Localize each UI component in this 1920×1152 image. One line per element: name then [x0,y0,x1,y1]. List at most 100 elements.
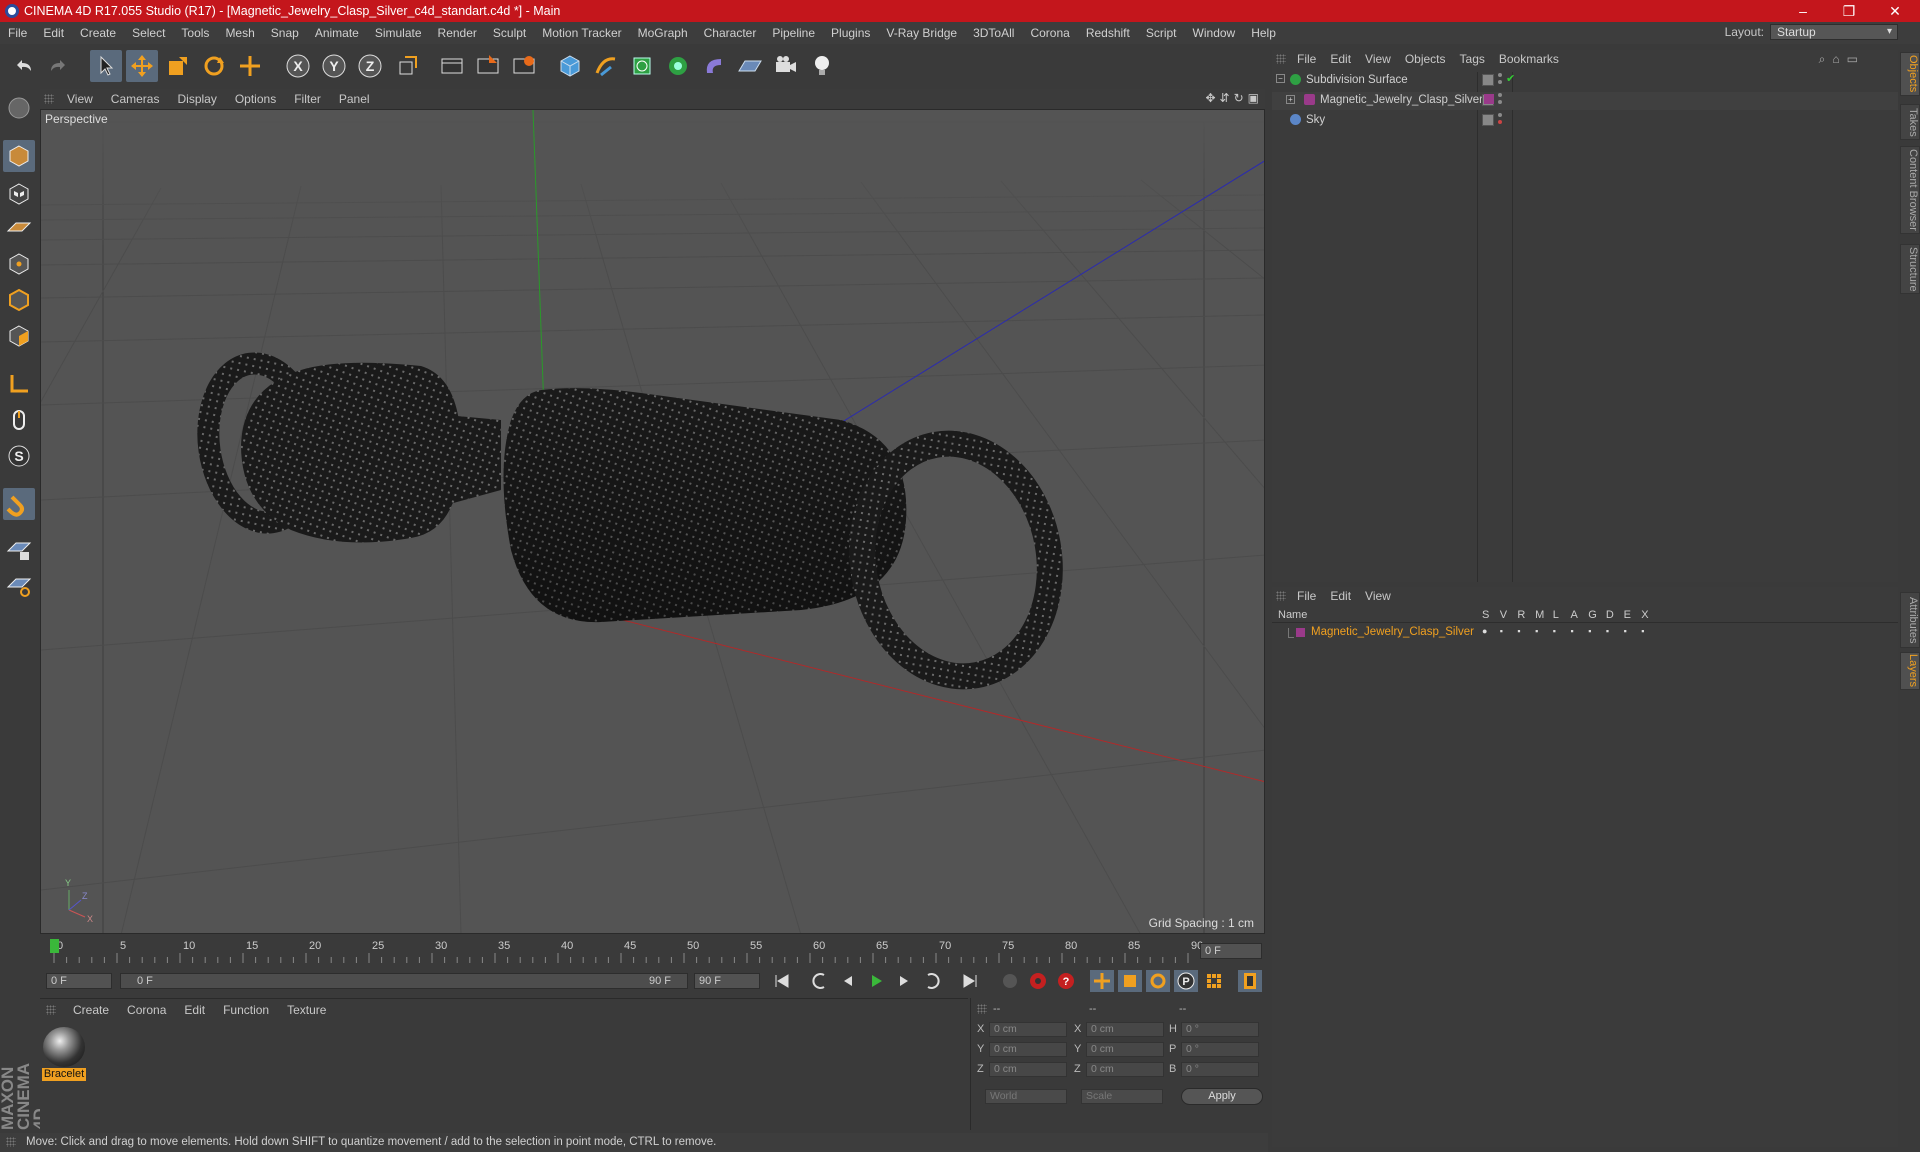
coordinate-mode-dropdown[interactable]: World [985,1089,1067,1104]
grid-snap-icon[interactable] [3,570,35,602]
menu-motion-tracker[interactable]: Motion Tracker [534,26,629,40]
texture-mode-icon[interactable] [3,178,35,210]
axis-mode-icon[interactable] [3,368,35,400]
object-row[interactable]: + Magnetic_Jewelry_Clasp_Silver [1272,92,1898,110]
key-rotation-icon[interactable] [1146,970,1170,992]
menu-render[interactable]: Render [430,26,485,40]
timeline-window-icon[interactable] [1238,970,1262,992]
menu-help[interactable]: Help [1243,26,1284,40]
next-key-icon[interactable] [920,970,944,992]
object-menu-bookmarks[interactable]: Bookmarks [1492,52,1566,66]
previous-key-icon[interactable] [808,970,832,992]
size-field[interactable]: 0 cm [1086,1062,1164,1077]
layer-column-m[interactable]: M [1535,609,1544,621]
layer-row[interactable]: Magnetic_Jewelry_Clasp_Silver ● ▪ ▪ ▪ ▪ ▪ ▪ ▪ ▪ ▪ [1272,624,1898,641]
cloner-icon[interactable] [662,50,694,82]
undo-icon[interactable] [8,50,40,82]
menu-tools[interactable]: Tools [173,26,217,40]
minimize-button[interactable]: – [1780,0,1826,22]
editor-visibility-dot[interactable] [1498,93,1502,97]
editor-visibility-dot[interactable] [1498,73,1502,77]
rotation-field[interactable]: 0 ° [1181,1022,1259,1037]
side-tab-takes[interactable]: Takes [1900,104,1920,140]
layer-column-g[interactable]: G [1588,609,1597,621]
viewport-menu-panel[interactable]: Panel [330,92,379,106]
layer-expressions-toggle-icon[interactable]: ▪ [1624,626,1634,636]
layer-column-r[interactable]: R [1517,609,1525,621]
enabled-check-icon[interactable]: ✔ [1506,72,1515,85]
layer-animation-toggle-icon[interactable]: ▪ [1571,626,1581,636]
layer-column-v[interactable]: V [1500,609,1507,621]
layer-menu-edit[interactable]: Edit [1323,589,1358,603]
layer-xref-toggle-icon[interactable]: ▪ [1641,626,1651,636]
rotate-view-icon[interactable]: ↻ [1234,91,1244,105]
menu-3dtoall[interactable]: 3DToAll [965,26,1022,40]
menu-animate[interactable]: Animate [307,26,367,40]
layer-column-l[interactable]: L [1553,609,1559,621]
spline-pen-icon[interactable] [590,50,622,82]
menu-sculpt[interactable]: Sculpt [485,26,534,40]
go-to-start-icon[interactable] [770,970,794,992]
magnet-icon[interactable] [3,488,35,520]
viewport-menu-view[interactable]: View [58,92,102,106]
go-to-end-icon[interactable] [958,970,982,992]
object-visibility-icon[interactable] [1482,74,1494,86]
expand-toggle-icon[interactable]: + [1286,95,1295,104]
menu-script[interactable]: Script [1138,26,1185,40]
material-item[interactable]: Bracelet [42,1025,86,1081]
floor-icon[interactable] [734,50,766,82]
zoom-view-icon[interactable]: ⇵ [1220,91,1230,105]
subdivision-surface-icon[interactable] [626,50,658,82]
apply-button[interactable]: Apply [1181,1088,1263,1105]
viewport-menu-display[interactable]: Display [168,92,225,106]
material-menu-function[interactable]: Function [214,1003,278,1017]
frame-range-slider[interactable]: 0 F 90 F [120,973,688,989]
render-settings-icon[interactable] [508,50,540,82]
layer-column-e[interactable]: E [1624,609,1631,621]
live-selection-icon[interactable] [234,50,266,82]
points-mode-icon[interactable] [3,248,35,280]
menu-redshift[interactable]: Redshift [1078,26,1138,40]
object-row[interactable]: Sky [1272,112,1898,130]
light-icon[interactable] [806,50,838,82]
grid-lock-icon[interactable] [3,534,35,566]
viewport-menu-options[interactable]: Options [226,92,285,106]
maximize-button[interactable]: ❐ [1826,0,1872,22]
tweak-mode-icon[interactable] [3,404,35,436]
viewport-menu-cameras[interactable]: Cameras [102,92,169,106]
play-icon[interactable] [864,970,888,992]
object-menu-tags[interactable]: Tags [1453,52,1492,66]
object-menu-file[interactable]: File [1290,52,1323,66]
size-field[interactable]: 0 cm [1086,1042,1164,1057]
object-menu-view[interactable]: View [1358,52,1398,66]
layer-visible-toggle-icon[interactable]: ▪ [1500,626,1510,636]
menu-mograph[interactable]: MoGraph [630,26,696,40]
layer-column-d[interactable]: D [1606,609,1614,621]
viewport-3d[interactable]: Perspective Y X Z Grid Spacing: 1 cm [40,109,1265,934]
key-pla-icon[interactable] [1202,970,1226,992]
layer-column-x[interactable]: X [1641,609,1648,621]
snap-icon[interactable]: S [3,440,35,472]
z-axis-lock-icon[interactable]: Z [354,50,386,82]
search-icon[interactable]: ⌕ [1819,52,1826,67]
keyframe-selection-icon[interactable] [998,970,1022,992]
camera-icon[interactable] [770,50,802,82]
material-menu-corona[interactable]: Corona [118,1003,175,1017]
layer-render-toggle-icon[interactable]: ▪ [1517,626,1527,636]
object-row[interactable]: − Subdivision Surface ✔ [1272,72,1898,90]
menu-create[interactable]: Create [72,26,124,40]
rotation-field[interactable]: 0 ° [1181,1062,1259,1077]
size-mode-dropdown[interactable]: Scale [1081,1089,1163,1104]
render-visibility-dot[interactable] [1498,100,1502,104]
menu-v-ray-bridge[interactable]: V-Ray Bridge [878,26,965,40]
position-field[interactable]: 0 cm [989,1042,1067,1057]
workplane-icon[interactable] [3,212,35,244]
home-icon[interactable]: ⌂ [1832,52,1839,67]
menu-pipeline[interactable]: Pipeline [764,26,823,40]
side-tab-layers[interactable]: Layers [1900,652,1920,690]
side-tab-content-browser[interactable]: Content Browser [1900,146,1920,234]
key-parameter-icon[interactable]: P [1174,970,1198,992]
scale-tool-icon[interactable] [162,50,194,82]
size-field[interactable]: 0 cm [1086,1022,1164,1037]
autokey-icon[interactable]: ? [1054,970,1078,992]
